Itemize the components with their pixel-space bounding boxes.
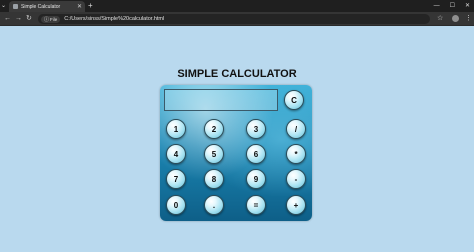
page-favicon-icon — [13, 4, 18, 9]
browser-tab[interactable]: Simple Calculator ✕ — [9, 1, 85, 12]
reload-icon[interactable]: ↻ — [26, 14, 32, 24]
new-tab-icon[interactable]: + — [88, 1, 93, 11]
address-bar[interactable]: ⓘ File C:/Users/sinss/Simple%20calculato… — [38, 14, 430, 24]
maximize-icon[interactable]: ☐ — [450, 1, 455, 11]
file-chip-label: File — [50, 16, 58, 22]
calculator-display[interactable] — [164, 89, 278, 111]
digit-3-button[interactable]: 3 — [246, 119, 266, 139]
digit-0-button[interactable]: 0 — [166, 195, 186, 215]
browser-toolbar: ← → ↻ ⓘ File C:/Users/sinss/Simple%20cal… — [0, 12, 474, 26]
add-button[interactable]: + — [286, 195, 306, 215]
divide-button[interactable]: / — [286, 119, 306, 139]
forward-arrow-icon[interactable]: → — [15, 14, 22, 24]
browser-tab-bar: ⌄ Simple Calculator ✕ + — ☐ ✕ — [0, 0, 474, 12]
calculator-panel: C 1 2 3 / 4 5 6 * 7 8 9 - 0 . = + — [160, 85, 312, 221]
digit-7-button[interactable]: 7 — [166, 169, 186, 189]
info-icon: ⓘ — [44, 16, 50, 23]
window-controls: — ☐ ✕ — [434, 1, 470, 11]
digit-4-button[interactable]: 4 — [166, 144, 186, 164]
digit-6-button[interactable]: 6 — [246, 144, 266, 164]
url-text: C:/Users/sinss/Simple%20calculator.html — [64, 16, 165, 22]
tab-close-icon[interactable]: ✕ — [77, 3, 82, 10]
equals-button[interactable]: = — [246, 195, 266, 215]
clear-button[interactable]: C — [284, 90, 304, 110]
page-title: SIMPLE CALCULATOR — [177, 68, 297, 80]
subtract-button[interactable]: - — [286, 169, 306, 189]
tab-search-icon[interactable]: ⌄ — [1, 2, 6, 9]
digit-8-button[interactable]: 8 — [204, 169, 224, 189]
digit-2-button[interactable]: 2 — [204, 119, 224, 139]
digit-1-button[interactable]: 1 — [166, 119, 186, 139]
digit-9-button[interactable]: 9 — [246, 169, 266, 189]
profile-avatar[interactable] — [452, 15, 459, 22]
decimal-button[interactable]: . — [204, 195, 224, 215]
minimize-icon[interactable]: — — [434, 1, 440, 11]
multiply-button[interactable]: * — [286, 144, 306, 164]
more-menu-icon[interactable]: ⋮ — [465, 14, 472, 24]
close-window-icon[interactable]: ✕ — [465, 1, 470, 11]
digit-5-button[interactable]: 5 — [204, 144, 224, 164]
tab-title: Simple Calculator — [21, 3, 61, 10]
site-info-chip[interactable]: ⓘ File — [41, 15, 61, 23]
back-arrow-icon[interactable]: ← — [4, 14, 11, 24]
bookmark-star-icon[interactable]: ☆ — [437, 14, 443, 24]
